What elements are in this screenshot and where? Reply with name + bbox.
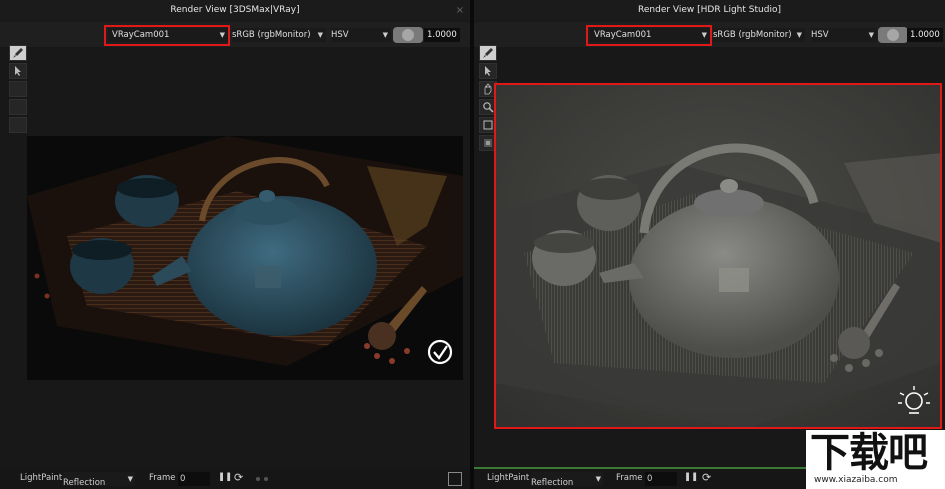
exit-icon[interactable]	[448, 472, 462, 486]
watermark-url: www.xiazaiba.com	[814, 475, 898, 485]
left-lightpaint-mode: Reflection	[63, 478, 106, 488]
right-render-view: Render View [HDR Light Studio] VRayCam00…	[474, 0, 945, 489]
left-frame-label: Frame	[149, 473, 176, 483]
pause-icon[interactable]: ❚❚	[684, 472, 698, 482]
chevron-down-icon: ▼	[127, 475, 133, 483]
right-exposure-field[interactable]: 1.0000	[907, 28, 943, 42]
indicator-dot	[256, 477, 260, 481]
right-lightpaint-mode: Reflection	[531, 478, 574, 488]
left-colormode-value: HSV	[331, 30, 349, 40]
indicator-dot	[264, 477, 268, 481]
paint-brush-icon[interactable]	[479, 45, 497, 61]
left-toolbar: VRayCam001 ▼ sRGB (rgbMonitor) ▼ HSV ▼ 1…	[0, 22, 470, 47]
exposure-toggle-icon[interactable]	[393, 27, 423, 43]
right-colormode-value: HSV	[811, 30, 829, 40]
left-colorspace-dropdown[interactable]: sRGB (rgbMonitor) ▼	[232, 28, 326, 42]
right-colorspace-value: sRGB (rgbMonitor)	[713, 30, 792, 40]
camera-highlight	[586, 25, 712, 46]
refresh-icon[interactable]: ⟳	[702, 471, 711, 484]
watermark-logo: 下载吧	[810, 430, 928, 476]
chevron-down-icon: ▼	[796, 31, 802, 39]
left-title-bar: Render View [3DSMax|VRay] ×	[0, 0, 470, 21]
left-window-title: Render View [3DSMax|VRay]	[170, 5, 300, 15]
tool-slot[interactable]	[9, 81, 27, 97]
panel-divider[interactable]	[470, 0, 474, 489]
right-title-bar: Render View [HDR Light Studio]	[474, 0, 945, 21]
left-status-bar: LightPaint Reflection ▼ Frame 0 ❚❚ ⟳	[0, 469, 470, 489]
paint-brush-icon[interactable]	[9, 45, 27, 61]
left-tool-sidebar	[9, 45, 27, 135]
left-render-view: Render View [3DSMax|VRay] × VRayCam001 ▼…	[0, 0, 470, 489]
chevron-down-icon: ▼	[595, 475, 601, 483]
tool-slot[interactable]	[9, 117, 27, 133]
left-exposure-field[interactable]: 1.0000	[424, 28, 460, 42]
left-frame-field[interactable]: 0	[178, 472, 210, 486]
left-colorspace-value: sRGB (rgbMonitor)	[232, 30, 311, 40]
right-window-title: Render View [HDR Light Studio]	[638, 5, 781, 15]
tool-slot[interactable]	[9, 99, 27, 115]
left-render-image[interactable]	[27, 136, 463, 380]
left-colormode-dropdown[interactable]: HSV ▼	[331, 28, 391, 42]
close-icon[interactable]: ×	[456, 0, 464, 21]
right-toolbar: VRayCam001 ▼ sRGB (rgbMonitor) ▼ HSV ▼ 1…	[474, 22, 945, 47]
refresh-icon[interactable]: ⟳	[234, 471, 243, 484]
right-colormode-dropdown[interactable]: HSV ▼	[811, 28, 877, 42]
right-frame-field[interactable]: 0	[645, 472, 677, 486]
camera-highlight	[104, 25, 230, 46]
chevron-down-icon: ▼	[868, 31, 874, 39]
pause-icon[interactable]: ❚❚	[218, 472, 232, 482]
right-colorspace-dropdown[interactable]: sRGB (rgbMonitor) ▼	[713, 28, 805, 42]
chevron-down-icon: ▼	[382, 31, 388, 39]
right-lightpaint-mode-dropdown[interactable]: Reflection ▼	[531, 472, 603, 488]
site-watermark: 下载吧 www.xiazaiba.com	[806, 430, 945, 489]
left-lightpaint-label: LightPaint	[20, 473, 63, 483]
right-frame-label: Frame	[616, 473, 643, 483]
arrow-select-icon[interactable]	[9, 63, 27, 79]
render-highlight	[494, 83, 942, 429]
exposure-toggle-icon[interactable]	[878, 27, 908, 43]
left-lightpaint-mode-dropdown[interactable]: Reflection ▼	[63, 472, 135, 488]
right-lightpaint-label: LightPaint	[487, 473, 530, 483]
chevron-down-icon: ▼	[317, 31, 323, 39]
arrow-select-icon[interactable]	[479, 63, 497, 79]
